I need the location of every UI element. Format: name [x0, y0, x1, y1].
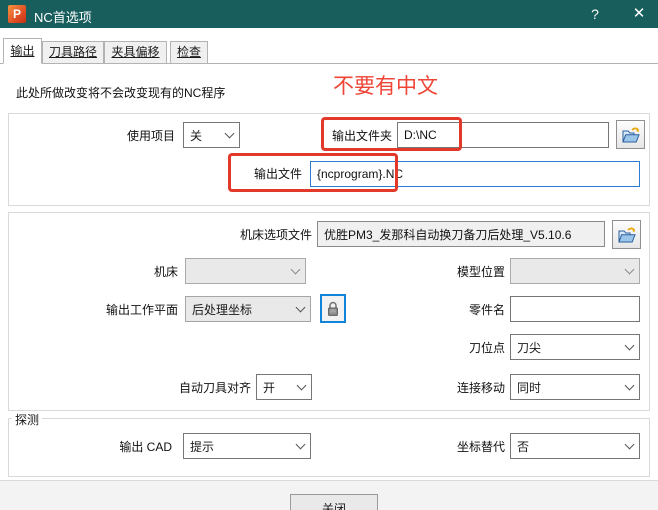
- connection-moves-label: 连接移动: [456, 381, 505, 395]
- output-workplane-select[interactable]: 后处理坐标: [185, 296, 311, 322]
- output-folder-browse-button[interactable]: [616, 120, 645, 149]
- tab-fixture-offset[interactable]: 夹具偏移: [104, 41, 167, 64]
- coordinate-override-label: 坐标替代: [456, 440, 505, 454]
- tab-toolpath[interactable]: 刀具路径: [42, 41, 104, 64]
- annotation-text: 不要有中文: [333, 75, 438, 98]
- changes-note: 此处所做改变将不会改变现有的NC程序: [16, 86, 226, 100]
- probing-group-title: 探测: [12, 411, 43, 428]
- machine-option-file-browse-button[interactable]: [612, 220, 641, 249]
- chevron-down-icon: [624, 380, 635, 391]
- chevron-down-icon: [224, 128, 235, 139]
- connection-moves-select[interactable]: 同时: [510, 374, 640, 400]
- machine-option-file-label: 机床选项文件: [239, 228, 312, 242]
- lock-icon: [328, 301, 338, 316]
- output-cad-label: 输出 CAD: [119, 440, 172, 454]
- chevron-down-icon: [295, 439, 306, 450]
- open-folder-icon: [617, 226, 636, 242]
- tool-point-select[interactable]: 刀尖: [510, 334, 640, 360]
- machine-label: 机床: [153, 265, 178, 279]
- close-button[interactable]: 关闭: [290, 494, 378, 510]
- chevron-down-icon: [624, 439, 635, 450]
- chevron-down-icon: [290, 264, 301, 275]
- annotation-box-output-file: [228, 153, 398, 192]
- title-bar: P NC首选项 ? ✕: [0, 0, 658, 28]
- chevron-down-icon: [296, 380, 307, 391]
- chevron-down-icon: [624, 264, 635, 275]
- auto-tool-align-select[interactable]: 开: [256, 374, 312, 400]
- tab-output[interactable]: 输出: [3, 38, 42, 64]
- help-button[interactable]: ?: [584, 3, 606, 25]
- part-name-input[interactable]: [510, 296, 640, 322]
- close-icon[interactable]: ✕: [628, 3, 650, 25]
- workplane-lock-button[interactable]: [320, 294, 346, 323]
- use-project-label: 使用项目: [126, 129, 175, 143]
- machine-select: [185, 258, 306, 284]
- auto-tool-align-label: 自动刀具对齐: [178, 381, 251, 395]
- output-workplane-label: 输出工作平面: [105, 303, 178, 317]
- chevron-down-icon: [295, 302, 306, 313]
- output-cad-select[interactable]: 提示: [183, 433, 311, 459]
- part-name-label: 零件名: [468, 303, 505, 317]
- coordinate-override-select[interactable]: 否: [510, 433, 640, 459]
- use-project-select[interactable]: 关: [183, 122, 240, 148]
- tab-verification[interactable]: 检查: [170, 41, 208, 64]
- window-title: NC首选项: [34, 10, 92, 25]
- nc-preferences-dialog: P NC首选项 ? ✕ 输出 刀具路径 夹具偏移 检查 此处所做改变将不会改变现…: [0, 0, 658, 510]
- open-folder-icon: [621, 126, 640, 142]
- model-location-label: 模型位置: [456, 265, 505, 279]
- model-location-select: [510, 258, 640, 284]
- chevron-down-icon: [624, 340, 635, 351]
- tool-point-label: 刀位点: [468, 341, 505, 355]
- annotation-box-output-folder: [321, 117, 462, 151]
- powermill-app-icon: P: [8, 5, 26, 23]
- machine-option-file-input[interactable]: [317, 221, 605, 247]
